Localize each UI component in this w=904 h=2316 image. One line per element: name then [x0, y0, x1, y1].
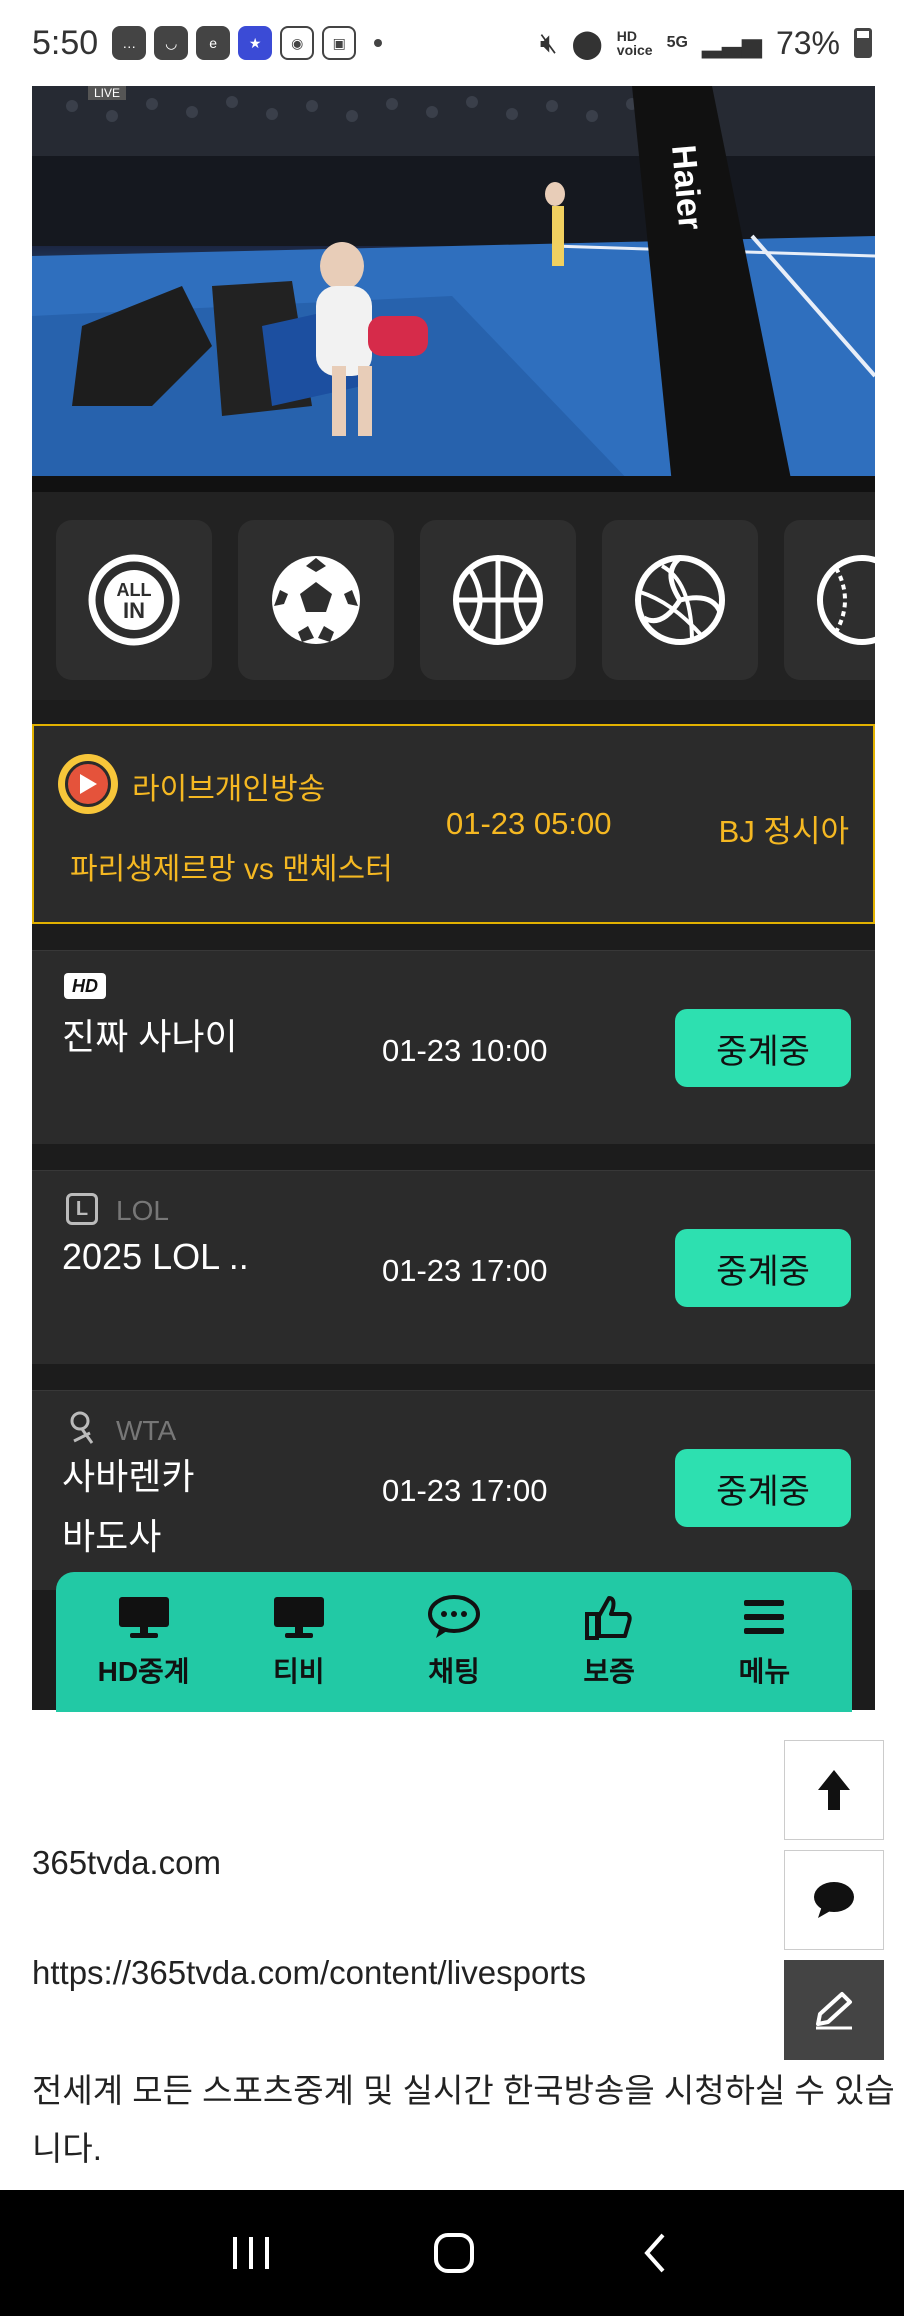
pencil-icon — [816, 1992, 852, 2030]
svg-text:ALL: ALL — [117, 580, 152, 600]
live-broadcast-card[interactable]: 라이브개인방송 파리생제르망 vs 맨체스터 01-23 05:00 BJ 정시… — [32, 724, 875, 924]
nav-label: 채팅 — [428, 1656, 480, 1687]
monitor-icon — [273, 1597, 324, 1638]
more-notifications-icon — [374, 39, 383, 47]
speech-bubble-icon — [814, 1882, 854, 1918]
broadcast-time: 01-23 17:00 — [382, 1473, 548, 1508]
nav-hd-broadcast[interactable]: HD중계 — [74, 1594, 214, 1690]
shopping-notification-icon: ◡ — [154, 26, 189, 60]
back-icon[interactable] — [635, 2229, 675, 2277]
chat-notification-icon: … — [112, 26, 147, 60]
map-notification-icon: ◉ — [280, 26, 315, 60]
nav-tv[interactable]: 티비 — [229, 1594, 369, 1690]
description-line2: 니다. — [32, 2130, 102, 2167]
broadcast-row[interactable]: L LOL 2025 LOL .. 01-23 17:00 중계중 — [32, 1170, 875, 1364]
bottom-navigation: HD중계 티비 채팅 보증 메뉴 — [56, 1572, 852, 1712]
status-right: 🔇︎ ⬤ HD voice 5G ▂▃▅ 73% — [540, 25, 872, 62]
sport-tile-volleyball[interactable] — [602, 520, 758, 680]
lol-icon: L — [66, 1193, 98, 1225]
live-broadcast-time: 01-23 05:00 — [446, 806, 612, 841]
monitor-icon — [118, 1597, 169, 1638]
tennis-player-icon — [70, 1411, 94, 1444]
eats-notification-icon: e — [196, 26, 231, 60]
nav-label: 메뉴 — [738, 1656, 791, 1687]
nav-chat[interactable]: 채팅 — [384, 1594, 524, 1690]
live-broadcast-match: 파리생제르망 vs 맨체스터 — [70, 853, 393, 886]
video-player[interactable]: Haier LIVE — [32, 86, 875, 484]
app-notification-icon: ★ — [238, 26, 273, 60]
volleyball-icon — [635, 555, 725, 645]
basketball-icon — [453, 555, 543, 645]
battery-percent: 73% — [775, 24, 840, 61]
broadcast-category: WTA — [116, 1415, 177, 1446]
sport-tile-all[interactable]: ALL IN — [56, 520, 212, 680]
network-type-icon: 5G — [666, 34, 688, 51]
broadcast-title: 2025 LOL .. — [62, 1236, 249, 1277]
broadcast-title: 진짜 사나이 — [62, 1016, 238, 1057]
broadcast-category: LOL — [116, 1195, 169, 1226]
broadcast-row[interactable]: WTA 사바렌카 바도사 01-23 17:00 중계중 — [32, 1390, 875, 1590]
menu-icon — [744, 1600, 785, 1634]
tennis-court-scene: Haier — [32, 86, 875, 484]
hd-badge: HD — [64, 973, 106, 999]
site-url[interactable]: https://365tvda.com/content/livesports — [32, 1954, 586, 1992]
status-bar: 5:50 … ◡ e ★ ◉ ▣ 🔇︎ ⬤ HD voice 5G ▂▃▅ 73% — [0, 0, 904, 86]
chat-icon — [427, 1595, 480, 1638]
all-in-icon: ALL IN — [88, 554, 180, 646]
nav-guarantee[interactable]: 보증 — [539, 1594, 679, 1690]
live-broadcast-label: 라이브개인방송 — [132, 773, 326, 806]
sport-tile-soccer[interactable] — [238, 520, 394, 680]
sport-category-bar[interactable]: ALL IN — [32, 484, 875, 700]
arrow-up-icon — [818, 1770, 850, 1810]
mute-icon: 🔇︎ — [539, 26, 558, 58]
broadcast-title-line1: 사바렌카 — [62, 1456, 195, 1497]
recent-apps-icon[interactable] — [229, 2233, 273, 2273]
live-badge: LIVE — [88, 86, 127, 100]
site-domain: 365tvda.com — [32, 1844, 221, 1881]
thumbs-up-icon — [585, 1596, 632, 1640]
hd-voice-icon: HD voice — [616, 28, 653, 58]
svg-text:IN: IN — [123, 598, 145, 623]
description-line1: 전세계 모든 스포츠중계 및 실시간 한국방송을 시청하실 수 있습 — [32, 2072, 895, 2109]
broadcast-time: 01-23 17:00 — [382, 1253, 548, 1288]
live-status-button[interactable]: 중계중 — [675, 1009, 851, 1087]
sport-tile-baseball[interactable] — [784, 520, 875, 680]
live-status-button[interactable]: 중계중 — [675, 1449, 851, 1527]
sponsor-watermark: Haier — [664, 143, 709, 231]
live-status-button[interactable]: 중계중 — [675, 1229, 851, 1307]
nav-menu[interactable]: 메뉴 — [694, 1594, 834, 1690]
play-icon — [58, 754, 118, 814]
broadcast-title-line2: 바도사 — [62, 1516, 162, 1557]
nav-label: 티비 — [273, 1656, 325, 1687]
baseball-icon — [817, 555, 875, 645]
broadcast-row[interactable]: HD 진짜 사나이 01-23 10:00 중계중 — [32, 950, 875, 1144]
nav-label: 보증 — [583, 1656, 635, 1687]
page-root: 5:50 … ◡ e ★ ◉ ▣ 🔇︎ ⬤ HD voice 5G ▂▃▅ 73% — [0, 0, 904, 2316]
gallery-notification-icon: ▣ — [322, 26, 357, 60]
live-sports-panel: ALL IN 라이브개인방송 파리생제르망 vs 맨체스터 01-23 05:0… — [32, 484, 875, 1712]
battery-icon — [854, 28, 872, 58]
scroll-top-button[interactable] — [784, 1740, 884, 1840]
location-icon: ⬤ — [571, 27, 603, 59]
sport-tile-basketball[interactable] — [420, 520, 576, 680]
live-broadcast-bj: BJ 정시아 — [718, 814, 849, 849]
write-button[interactable] — [784, 1960, 884, 2060]
signal-icon: ▂▃▅ — [701, 27, 762, 58]
status-time: 5:50 — [32, 23, 99, 62]
soccer-ball-icon — [272, 556, 360, 644]
system-navigation-bar — [0, 2190, 904, 2316]
comment-button[interactable] — [784, 1850, 884, 1950]
nav-label: HD중계 — [97, 1656, 190, 1687]
notification-icons: … ◡ e ★ ◉ ▣ — [112, 26, 383, 60]
broadcast-time: 01-23 10:00 — [382, 1033, 548, 1068]
home-icon[interactable] — [430, 2229, 478, 2277]
